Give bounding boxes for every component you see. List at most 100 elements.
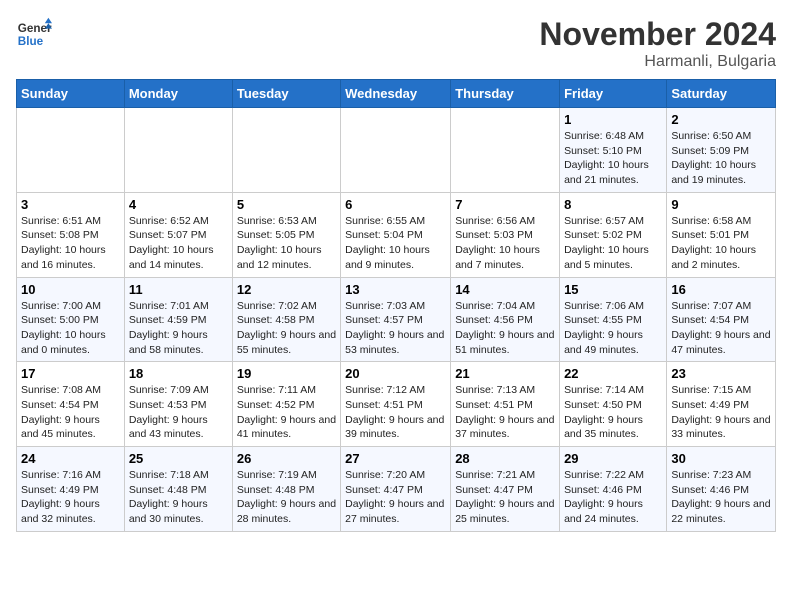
day-info: Sunrise: 7:08 AM Sunset: 4:54 PM Dayligh… — [21, 383, 120, 442]
day-info: Sunrise: 6:58 AM Sunset: 5:01 PM Dayligh… — [671, 214, 771, 273]
day-number: 3 — [21, 197, 120, 212]
calendar-day-cell: 26Sunrise: 7:19 AM Sunset: 4:48 PM Dayli… — [232, 447, 340, 532]
weekday-header-cell: Saturday — [667, 80, 776, 108]
calendar-day-cell: 29 Sunrise: 7:22 AM Sunset: 4:46 PM Dayli… — [560, 447, 667, 532]
day-info: Sunrise: 7:11 AM Sunset: 4:52 PM Dayligh… — [237, 383, 336, 442]
day-info: Sunrise: 6:57 AM Sunset: 5:02 PM Dayligh… — [564, 214, 662, 273]
day-info: Sunrise: 6:53 AM Sunset: 5:05 PM Dayligh… — [237, 214, 336, 273]
day-number: 23 — [671, 366, 771, 381]
calendar-day-cell: 16 Sunrise: 7:07 AM Sunset: 4:54 PM Dayli… — [667, 277, 776, 362]
day-info: Sunrise: 7:22 AM Sunset: 4:46 PM Dayligh… — [564, 468, 662, 527]
svg-text:General: General — [18, 22, 52, 35]
day-number: 21 — [455, 366, 555, 381]
day-info: Sunrise: 6:50 AM Sunset: 5:09 PM Dayligh… — [671, 129, 771, 188]
day-number: 1 — [564, 112, 662, 127]
calendar-table: SundayMondayTuesdayWednesdayThursdayFrid… — [16, 79, 776, 532]
calendar-week-row: 1 Sunrise: 6:48 AM Sunset: 5:10 PM Daylig… — [17, 108, 776, 193]
day-number: 17 — [21, 366, 120, 381]
calendar-day-cell — [124, 108, 232, 193]
day-number: 15 — [564, 282, 662, 297]
day-info: Sunrise: 7:03 AM Sunset: 4:57 PM Dayligh… — [345, 299, 446, 358]
logo-icon: General Blue — [16, 16, 52, 52]
calendar-day-cell: 4Sunrise: 6:52 AM Sunset: 5:07 PM Daylig… — [124, 192, 232, 277]
day-info: Sunrise: 7:09 AM Sunset: 4:53 PM Dayligh… — [129, 383, 228, 442]
page-header: General Blue November 2024 Harmanli, Bul… — [16, 16, 776, 71]
calendar-week-row: 3 Sunrise: 6:51 AM Sunset: 5:08 PM Daylig… — [17, 192, 776, 277]
day-number: 16 — [671, 282, 771, 297]
day-number: 11 — [129, 282, 228, 297]
day-number: 26 — [237, 451, 336, 466]
calendar-day-cell: 25Sunrise: 7:18 AM Sunset: 4:48 PM Dayli… — [124, 447, 232, 532]
calendar-day-cell: 19 Sunrise: 7:11 AM Sunset: 4:52 PM Dayli… — [232, 362, 340, 447]
weekday-header-cell: Sunday — [17, 80, 125, 108]
calendar-day-cell: 1 Sunrise: 6:48 AM Sunset: 5:10 PM Daylig… — [560, 108, 667, 193]
location-title: Harmanli, Bulgaria — [539, 53, 776, 71]
day-number: 28 — [455, 451, 555, 466]
logo: General Blue — [16, 16, 52, 52]
calendar-day-cell: 12Sunrise: 7:02 AM Sunset: 4:58 PM Dayli… — [232, 277, 340, 362]
calendar-day-cell: 10 Sunrise: 7:00 AM Sunset: 5:00 PM Dayli… — [17, 277, 125, 362]
calendar-day-cell: 23 Sunrise: 7:15 AM Sunset: 4:49 PM Dayli… — [667, 362, 776, 447]
day-number: 5 — [237, 197, 336, 212]
calendar-day-cell: 27 Sunrise: 7:20 AM Sunset: 4:47 PM Dayli… — [341, 447, 451, 532]
day-info: Sunrise: 6:51 AM Sunset: 5:08 PM Dayligh… — [21, 214, 120, 273]
day-info: Sunrise: 7:16 AM Sunset: 4:49 PM Dayligh… — [21, 468, 120, 527]
calendar-day-cell: 8 Sunrise: 6:57 AM Sunset: 5:02 PM Daylig… — [560, 192, 667, 277]
day-number: 6 — [345, 197, 446, 212]
calendar-day-cell: 28 Sunrise: 7:21 AM Sunset: 4:47 PM Dayli… — [451, 447, 560, 532]
calendar-day-cell: 3 Sunrise: 6:51 AM Sunset: 5:08 PM Daylig… — [17, 192, 125, 277]
day-info: Sunrise: 6:55 AM Sunset: 5:04 PM Dayligh… — [345, 214, 446, 273]
calendar-day-cell: 11 Sunrise: 7:01 AM Sunset: 4:59 PM Dayli… — [124, 277, 232, 362]
calendar-body: 1 Sunrise: 6:48 AM Sunset: 5:10 PM Daylig… — [17, 108, 776, 532]
day-number: 22 — [564, 366, 662, 381]
calendar-week-row: 17 Sunrise: 7:08 AM Sunset: 4:54 PM Dayli… — [17, 362, 776, 447]
day-info: Sunrise: 7:12 AM Sunset: 4:51 PM Dayligh… — [345, 383, 446, 442]
day-info: Sunrise: 7:04 AM Sunset: 4:56 PM Dayligh… — [455, 299, 555, 358]
weekday-header-cell: Monday — [124, 80, 232, 108]
day-number: 2 — [671, 112, 771, 127]
day-info: Sunrise: 6:48 AM Sunset: 5:10 PM Dayligh… — [564, 129, 662, 188]
calendar-day-cell: 2 Sunrise: 6:50 AM Sunset: 5:09 PM Daylig… — [667, 108, 776, 193]
day-number: 19 — [237, 366, 336, 381]
weekday-header-cell: Friday — [560, 80, 667, 108]
day-number: 8 — [564, 197, 662, 212]
day-number: 29 — [564, 451, 662, 466]
calendar-day-cell — [17, 108, 125, 193]
day-info: Sunrise: 7:20 AM Sunset: 4:47 PM Dayligh… — [345, 468, 446, 527]
title-area: November 2024 Harmanli, Bulgaria — [539, 16, 776, 71]
calendar-day-cell: 13 Sunrise: 7:03 AM Sunset: 4:57 PM Dayli… — [341, 277, 451, 362]
month-title: November 2024 — [539, 16, 776, 53]
calendar-day-cell: 22Sunrise: 7:14 AM Sunset: 4:50 PM Dayli… — [560, 362, 667, 447]
day-number: 13 — [345, 282, 446, 297]
calendar-day-cell: 14 Sunrise: 7:04 AM Sunset: 4:56 PM Dayli… — [451, 277, 560, 362]
day-info: Sunrise: 6:52 AM Sunset: 5:07 PM Dayligh… — [129, 214, 228, 273]
day-info: Sunrise: 7:21 AM Sunset: 4:47 PM Dayligh… — [455, 468, 555, 527]
calendar-day-cell: 15 Sunrise: 7:06 AM Sunset: 4:55 PM Dayli… — [560, 277, 667, 362]
day-number: 18 — [129, 366, 228, 381]
calendar-day-cell — [232, 108, 340, 193]
weekday-header-cell: Wednesday — [341, 80, 451, 108]
day-info: Sunrise: 7:01 AM Sunset: 4:59 PM Dayligh… — [129, 299, 228, 358]
calendar-day-cell: 30Sunrise: 7:23 AM Sunset: 4:46 PM Dayli… — [667, 447, 776, 532]
calendar-day-cell — [451, 108, 560, 193]
calendar-day-cell: 24 Sunrise: 7:16 AM Sunset: 4:49 PM Dayli… — [17, 447, 125, 532]
day-info: Sunrise: 7:15 AM Sunset: 4:49 PM Dayligh… — [671, 383, 771, 442]
day-number: 14 — [455, 282, 555, 297]
svg-text:Blue: Blue — [18, 35, 44, 48]
calendar-day-cell: 6 Sunrise: 6:55 AM Sunset: 5:04 PM Daylig… — [341, 192, 451, 277]
calendar-week-row: 24 Sunrise: 7:16 AM Sunset: 4:49 PM Dayli… — [17, 447, 776, 532]
day-info: Sunrise: 7:07 AM Sunset: 4:54 PM Dayligh… — [671, 299, 771, 358]
day-number: 7 — [455, 197, 555, 212]
day-number: 12 — [237, 282, 336, 297]
calendar-day-cell: 20Sunrise: 7:12 AM Sunset: 4:51 PM Dayli… — [341, 362, 451, 447]
weekday-header-cell: Tuesday — [232, 80, 340, 108]
day-info: Sunrise: 7:06 AM Sunset: 4:55 PM Dayligh… — [564, 299, 662, 358]
day-number: 10 — [21, 282, 120, 297]
day-number: 27 — [345, 451, 446, 466]
day-number: 24 — [21, 451, 120, 466]
day-info: Sunrise: 7:23 AM Sunset: 4:46 PM Dayligh… — [671, 468, 771, 527]
weekday-header-row: SundayMondayTuesdayWednesdayThursdayFrid… — [17, 80, 776, 108]
calendar-day-cell: 7Sunrise: 6:56 AM Sunset: 5:03 PM Daylig… — [451, 192, 560, 277]
calendar-day-cell: 5 Sunrise: 6:53 AM Sunset: 5:05 PM Daylig… — [232, 192, 340, 277]
day-info: Sunrise: 7:00 AM Sunset: 5:00 PM Dayligh… — [21, 299, 120, 358]
